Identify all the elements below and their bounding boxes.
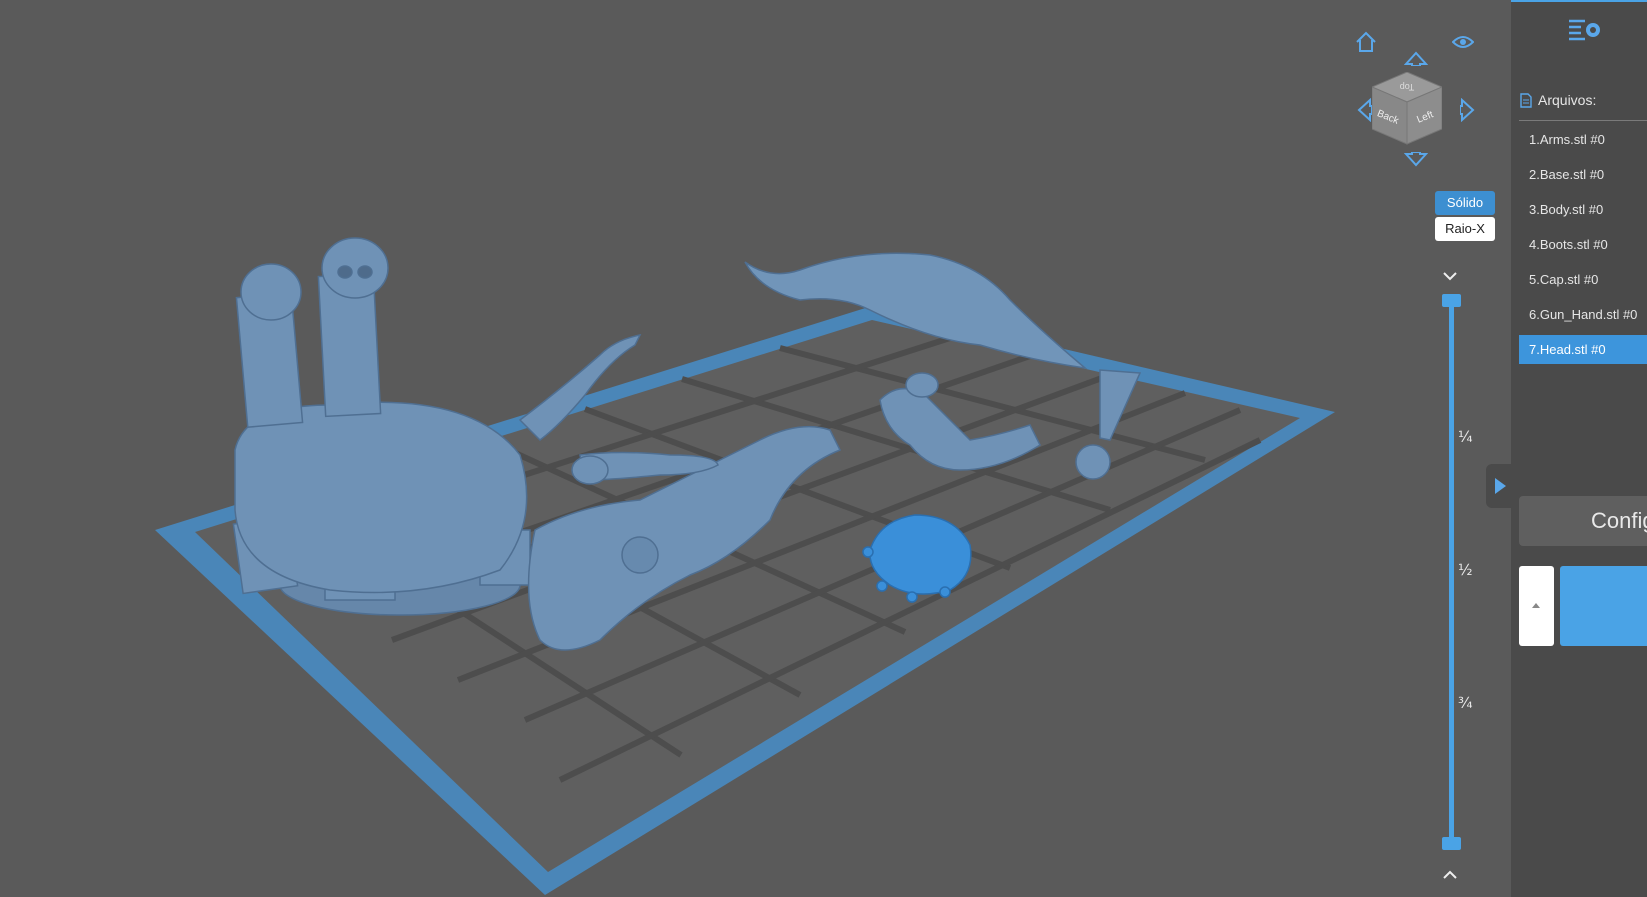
files-header: Arquivos: [1520, 92, 1596, 108]
file-item-body[interactable]: 3.Body.stl #0 [1519, 195, 1647, 224]
panel-collapse-tab[interactable] [1486, 464, 1511, 508]
file-item-boots[interactable]: 4.Boots.stl #0 [1519, 230, 1647, 259]
model-base[interactable] [232, 237, 531, 616]
arrow-up-icon[interactable] [1404, 50, 1428, 66]
file-icon [1520, 92, 1532, 108]
file-item-gun-hand[interactable]: 6.Gun_Hand.stl #0 [1519, 300, 1647, 329]
caret-up-icon [1532, 603, 1540, 608]
file-item-head[interactable]: 7.Head.stl #0 [1519, 335, 1647, 364]
layer-slider-track[interactable] [1449, 300, 1454, 842]
file-item-base[interactable]: 2.Base.stl #0 [1519, 160, 1647, 189]
view-cube[interactable]: Top Back Left [1372, 72, 1442, 147]
layer-mark-quarter: ¼ [1458, 428, 1473, 446]
eye-icon[interactable] [1452, 34, 1474, 50]
layer-slider-top-handle[interactable] [1442, 294, 1461, 307]
cube-face-top: Top [1400, 82, 1415, 92]
file-item-cap[interactable]: 5.Cap.stl #0 [1519, 265, 1647, 294]
blue-action-button[interactable] [1560, 566, 1647, 646]
play-right-icon [1495, 478, 1506, 494]
layer-slider-bottom-handle[interactable] [1442, 837, 1461, 850]
arrow-right-icon[interactable] [1460, 98, 1476, 122]
small-up-button[interactable] [1519, 566, 1554, 646]
layer-mark-three-quarters: ¾ [1458, 694, 1473, 712]
xray-mode-button[interactable]: Raio-X [1435, 217, 1495, 241]
config-button[interactable]: Config [1519, 496, 1647, 546]
right-side-panel: Arquivos: 1.Arms.stl #0 2.Base.stl #0 3.… [1511, 0, 1647, 897]
arrow-left-icon[interactable] [1356, 98, 1372, 122]
file-item-arms[interactable]: 1.Arms.stl #0 [1519, 125, 1647, 154]
chevron-down-icon[interactable] [1443, 266, 1457, 285]
layer-mark-half: ½ [1458, 561, 1473, 579]
files-label: Arquivos: [1538, 92, 1597, 108]
arrow-down-icon[interactable] [1404, 152, 1428, 168]
home-icon[interactable] [1354, 30, 1378, 54]
settings-list-icon[interactable] [1567, 16, 1603, 48]
build-plate-scene[interactable] [0, 0, 1511, 897]
files-divider [1519, 120, 1647, 121]
solid-mode-button[interactable]: Sólido [1435, 191, 1495, 215]
chevron-up-icon[interactable] [1443, 865, 1457, 884]
3d-viewport[interactable]: Top Back Left Sólido Raio-X ¼ ½ ¾ [0, 0, 1511, 897]
